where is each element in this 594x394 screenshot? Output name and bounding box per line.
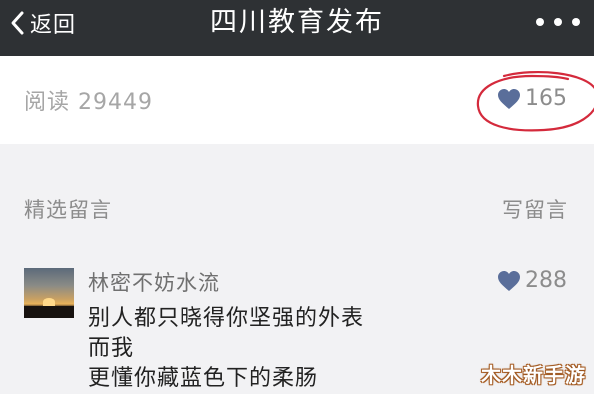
heart-icon [497,88,521,110]
watermark: 木木新手游 [481,363,586,387]
comment-body: 别人都只晓得你坚强的外表 而我 更懂你藏蓝色下的柔肠 [88,304,364,394]
write-comment-button[interactable]: 写留言 [502,194,568,224]
comment-nickname: 林密不妨水流 [88,271,220,295]
article-like-button[interactable]: 165 [497,86,567,111]
comment-line: 而我 [88,336,135,361]
comment-line: 更懂你藏蓝色下的柔肠 [88,366,319,391]
article-like-count: 165 [525,86,567,111]
top-navbar: 返回 四川教育发布 [0,0,594,56]
featured-comments-label: 精选留言 [24,198,112,222]
comment-like-button[interactable]: 288 [497,268,567,293]
comment-line: 别人都只晓得你坚强的外表 [88,306,365,331]
read-count: 阅读 29449 [24,90,153,115]
comment-like-count: 288 [525,268,567,293]
more-dots-icon[interactable] [536,10,580,34]
avatar[interactable] [24,268,74,318]
page-title: 四川教育发布 [210,7,384,38]
heart-icon [497,270,521,292]
